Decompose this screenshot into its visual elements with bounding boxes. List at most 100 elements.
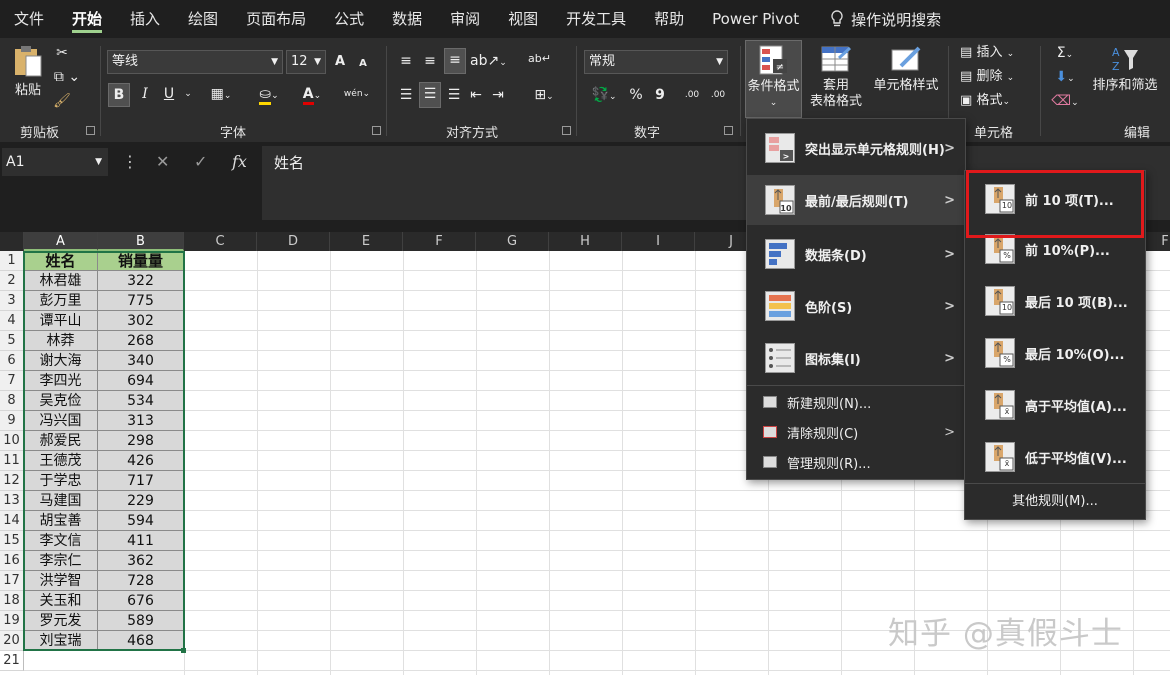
delete-cells-button[interactable]: ▤ 删除 ⌄ — [960, 66, 1030, 89]
tab-home[interactable]: 开始 — [58, 0, 116, 38]
align-top-icon[interactable]: ≡ — [396, 50, 416, 72]
row-header[interactable]: 12 — [0, 471, 24, 491]
sort-filter-button[interactable]: AZ 排序和筛选 — [1090, 44, 1160, 94]
cell-sales[interactable]: 717 — [98, 471, 184, 491]
cell-name[interactable]: 胡宝善 — [24, 511, 98, 531]
decrease-indent-icon[interactable]: ⇤ — [466, 84, 486, 106]
row-header[interactable]: 6 — [0, 351, 24, 371]
tab-page-layout[interactable]: 页面布局 — [232, 0, 320, 38]
cell-sales[interactable]: 468 — [98, 631, 184, 651]
menu-color-scales[interactable]: 色阶(S) > — [747, 281, 965, 331]
increase-indent-icon[interactable]: ⇥ — [488, 84, 508, 106]
insert-cells-button[interactable]: ▤ 插入 ⌄ — [960, 42, 1030, 65]
cell-name[interactable]: 冯兴国 — [24, 411, 98, 431]
cell-sales[interactable]: 340 — [98, 351, 184, 371]
cell-sales[interactable]: 268 — [98, 331, 184, 351]
row-header[interactable]: 21 — [0, 651, 24, 671]
cell-sales[interactable]: 362 — [98, 551, 184, 571]
cell-name[interactable]: 吴克俭 — [24, 391, 98, 411]
cell-sales[interactable]: 229 — [98, 491, 184, 511]
cell-sales[interactable]: 426 — [98, 451, 184, 471]
column-header-b[interactable]: B — [98, 232, 184, 251]
format-painter-icon[interactable]: 🖌 — [52, 90, 72, 112]
column-header-d[interactable]: D — [257, 232, 330, 251]
row-header[interactable]: 14 — [0, 511, 24, 531]
cell-name[interactable]: 郝爱民 — [24, 431, 98, 451]
format-as-table-button[interactable]: 套用 表格格式 — [805, 44, 867, 110]
tell-me-search[interactable]: 操作说明搜索 — [813, 9, 941, 30]
menu-top-bottom-rules[interactable]: 10 最前/最后规则(T) > — [747, 175, 965, 225]
orientation-icon[interactable]: ab↗⌄ — [470, 50, 507, 74]
tab-power-pivot[interactable]: Power Pivot — [698, 0, 813, 38]
decrease-decimal-button[interactable]: .00 — [706, 84, 730, 106]
row-header[interactable]: 5 — [0, 331, 24, 351]
row-header[interactable]: 18 — [0, 591, 24, 611]
tab-insert[interactable]: 插入 — [116, 0, 174, 38]
chevron-down-icon[interactable]: ⌄ — [182, 83, 194, 105]
borders-button[interactable]: ▦⌄ — [204, 83, 238, 107]
copy-icon[interactable]: ⧉ ⌄ — [52, 66, 82, 88]
menu-more-rules[interactable]: 其他规则(M)... — [965, 487, 1145, 517]
alignment-launcher-icon[interactable] — [562, 126, 571, 135]
cell-sales[interactable]: 322 — [98, 271, 184, 291]
font-color-button[interactable]: A⌄ — [294, 83, 330, 107]
italic-button[interactable]: I — [135, 83, 155, 105]
shrink-font-button[interactable]: A — [356, 53, 370, 75]
cell-sales[interactable]: 534 — [98, 391, 184, 411]
menu-icon-sets[interactable]: 图标集(I) > — [747, 333, 965, 383]
font-size-select[interactable]: 12 ▼ — [286, 50, 326, 74]
row-header[interactable]: 13 — [0, 491, 24, 511]
row-header[interactable]: 19 — [0, 611, 24, 631]
tab-file[interactable]: 文件 — [0, 0, 58, 38]
cell-name[interactable]: 李四光 — [24, 371, 98, 391]
tab-draw[interactable]: 绘图 — [174, 0, 232, 38]
align-center-icon[interactable]: ☰ — [419, 82, 441, 108]
cell-sales[interactable]: 775 — [98, 291, 184, 311]
tab-help[interactable]: 帮助 — [640, 0, 698, 38]
cell-sales[interactable]: 313 — [98, 411, 184, 431]
align-right-icon[interactable]: ☰ — [444, 84, 464, 106]
name-box[interactable]: A1 ▼ — [2, 148, 108, 176]
row-header[interactable]: 17 — [0, 571, 24, 591]
column-header-i[interactable]: I — [622, 232, 695, 251]
percent-style-button[interactable]: % — [626, 84, 646, 106]
more-options-icon[interactable]: ⋮ — [122, 152, 138, 171]
menu-manage-rules[interactable]: 管理规则(R)... — [747, 447, 965, 477]
cancel-icon[interactable]: ✕ — [156, 152, 169, 171]
column-header-e[interactable]: E — [330, 232, 403, 251]
fill-handle[interactable] — [181, 648, 186, 653]
tab-data[interactable]: 数据 — [378, 0, 436, 38]
accounting-format-icon[interactable]: 💱⌄ — [588, 84, 620, 108]
cell-name[interactable]: 谢大海 — [24, 351, 98, 371]
cell-name[interactable]: 王德茂 — [24, 451, 98, 471]
cell-b1-header[interactable]: 销量量 — [98, 251, 184, 271]
cell-sales[interactable]: 298 — [98, 431, 184, 451]
cell-sales[interactable]: 594 — [98, 511, 184, 531]
cell-name[interactable]: 林莽 — [24, 331, 98, 351]
font-name-select[interactable]: 等线 ▼ — [107, 50, 283, 74]
merge-center-icon[interactable]: ⊞⌄ — [528, 84, 560, 108]
number-launcher-icon[interactable] — [724, 126, 733, 135]
submenu-item-5[interactable]: x̄ 低于平均值(V)... — [965, 433, 1145, 481]
cell-name[interactable]: 林君雄 — [24, 271, 98, 291]
cell-name[interactable]: 李宗仁 — [24, 551, 98, 571]
row-header[interactable]: 8 — [0, 391, 24, 411]
cell-name[interactable]: 李文信 — [24, 531, 98, 551]
align-middle-icon[interactable]: ≡ — [420, 50, 440, 72]
cell-name[interactable]: 谭平山 — [24, 311, 98, 331]
comma-style-button[interactable]: 9 — [652, 84, 668, 106]
row-header[interactable]: 10 — [0, 431, 24, 451]
menu-highlight-cells-rules[interactable]: > 突出显示单元格规则(H) > — [747, 123, 965, 173]
row-header[interactable]: 1 — [0, 251, 24, 271]
underline-button[interactable]: U — [158, 83, 180, 105]
column-header-partial[interactable]: F — [1160, 232, 1170, 251]
clipboard-launcher-icon[interactable] — [86, 126, 95, 135]
submenu-item-3[interactable]: % 最后 10%(O)... — [965, 329, 1145, 377]
column-header-c[interactable]: C — [184, 232, 257, 251]
submenu-item-2[interactable]: 10 最后 10 项(B)... — [965, 277, 1145, 325]
row-header[interactable]: 3 — [0, 291, 24, 311]
menu-data-bars[interactable]: 数据条(D) > — [747, 229, 965, 279]
insert-function-icon[interactable]: fx — [232, 152, 247, 171]
cell-a1-header[interactable]: 姓名 — [24, 251, 98, 271]
select-all-corner[interactable] — [0, 232, 24, 251]
